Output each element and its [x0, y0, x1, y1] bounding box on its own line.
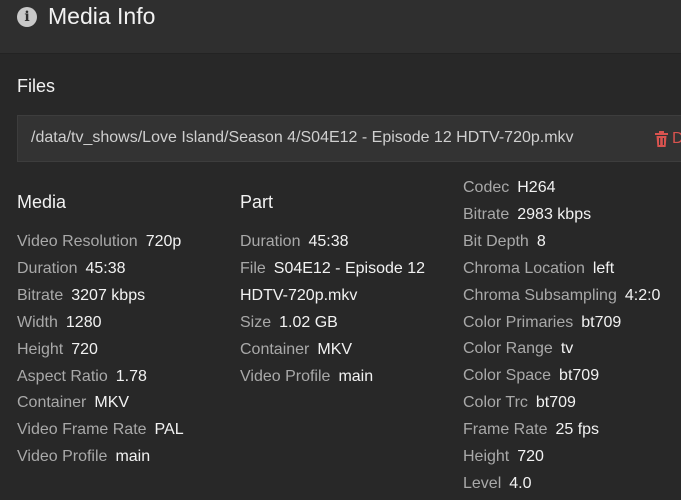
- media-property-label: Width: [17, 313, 58, 331]
- media-property-value: PAL: [154, 421, 184, 439]
- media-property-row: Aspect Ratio 1.78: [17, 366, 147, 388]
- delete-file-button[interactable]: D: [655, 128, 681, 150]
- stream-property-row: Height 720: [463, 446, 544, 468]
- media-property-value: 720: [71, 340, 98, 358]
- stream-property-value: bt709: [535, 394, 576, 412]
- modal-header: i Media Info: [0, 0, 681, 54]
- stream-property-label: Height: [463, 448, 510, 465]
- part-file-continued: HDTV-720p.mkv: [240, 285, 357, 307]
- media-property-value: MKV: [94, 394, 130, 412]
- stream-property-label: Frame Rate: [463, 421, 548, 439]
- stream-property-row: Bitrate 2983 kbps: [463, 204, 591, 226]
- media-property-row: Height 720: [17, 339, 98, 361]
- media-property-row: Duration 45:38: [17, 258, 126, 280]
- media-property-row: Bitrate 3207 kbps: [17, 285, 145, 307]
- stream-property-label: Color Space: [463, 367, 552, 385]
- part-video-profile-label: Video Profile: [240, 368, 331, 385]
- trash-icon: [655, 131, 668, 147]
- part-size-label: Size: [240, 314, 272, 331]
- part-file: File S04E12 - Episode 12: [240, 258, 425, 280]
- stream-property-row: Bit Depth 8: [463, 231, 546, 253]
- files-heading: Files: [17, 76, 56, 96]
- stream-property-value: 720: [517, 448, 544, 465]
- stream-property-row: Color Range tv: [463, 338, 573, 360]
- stream-property-row: Chroma Location left: [463, 258, 614, 280]
- media-property-label: Video Resolution: [17, 233, 138, 250]
- part-size-value: 1.02 GB: [279, 314, 338, 331]
- part-file-value: S04E12 - Episode 12: [273, 260, 425, 277]
- stream-property-label: Color Primaries: [463, 313, 574, 331]
- media-property-label: Aspect Ratio: [17, 367, 108, 385]
- part-file-label: File: [240, 260, 266, 277]
- info-icon: i: [17, 7, 37, 27]
- media-property-row: Width 1280: [17, 312, 102, 334]
- part-heading: Part: [240, 192, 274, 212]
- part-duration-label: Duration: [240, 233, 301, 250]
- stream-property-value: tv: [560, 340, 574, 358]
- media-property-row: Video Resolution 720p: [17, 231, 181, 253]
- media-property-row: Container MKV: [17, 392, 129, 414]
- stream-property-value: 8: [536, 232, 546, 250]
- part-size: Size 1.02 GB: [240, 312, 338, 334]
- stream-property-row: Chroma Subsampling 4:2:0: [463, 285, 660, 307]
- stream-property-value: left: [592, 259, 615, 277]
- media-property-row: Video Frame Rate PAL: [17, 419, 184, 441]
- stream-property-label: Codec: [463, 179, 510, 196]
- modal-title: Media Info: [48, 3, 156, 29]
- stream-property-label: Color Range: [463, 340, 553, 358]
- stream-property-row: Color Space bt709: [463, 365, 599, 387]
- media-property-label: Bitrate: [17, 286, 64, 304]
- media-heading: Media: [17, 192, 67, 212]
- stream-property-label: Chroma Location: [463, 259, 585, 277]
- stream-property-label: Color Trc: [463, 394, 528, 412]
- part-container-label: Container: [240, 341, 310, 358]
- part-container-value: MKV: [317, 341, 353, 358]
- stream-property-label: Chroma Subsampling: [463, 286, 617, 304]
- stream-property-row: Codec H264: [463, 177, 556, 199]
- part-duration: Duration 45:38: [240, 231, 349, 253]
- stream-property-row: Color Primaries bt709: [463, 312, 621, 334]
- stream-property-value: 4.0: [509, 474, 532, 492]
- stream-property-row: Frame Rate 25 fps: [463, 419, 599, 441]
- media-property-label: Video Frame Rate: [17, 421, 147, 439]
- media-property-value: 3207 kbps: [71, 286, 146, 304]
- part-duration-value: 45:38: [308, 233, 349, 250]
- part-file-value-line2: HDTV-720p.mkv: [240, 287, 358, 304]
- part-video-profile: Video Profile main: [240, 366, 373, 388]
- stream-property-value: H264: [517, 179, 556, 196]
- stream-property-row: Level 4.0: [463, 473, 532, 495]
- stream-property-value: bt709: [559, 367, 600, 385]
- media-property-row: Video Profile main: [17, 446, 150, 468]
- stream-property-value: 4:2:0: [624, 286, 661, 304]
- media-property-label: Video Profile: [17, 448, 108, 466]
- stream-property-value: 2983 kbps: [517, 205, 592, 223]
- stream-property-value: bt709: [581, 313, 622, 331]
- stream-property-label: Bitrate: [463, 205, 510, 223]
- stream-property-value: 25 fps: [555, 421, 600, 439]
- file-row: /data/tv_shows/Love Island/Season 4/S04E…: [17, 115, 681, 162]
- media-property-value: 1280: [65, 313, 102, 331]
- part-video-profile-value: main: [338, 368, 374, 385]
- media-property-label: Duration: [17, 259, 78, 277]
- stream-property-label: Bit Depth: [463, 232, 529, 250]
- media-property-value: 45:38: [85, 259, 126, 277]
- media-property-value: 720p: [145, 233, 182, 250]
- stream-property-row: Color Trc bt709: [463, 392, 576, 414]
- media-property-value: main: [115, 448, 151, 466]
- stream-property-label: Level: [463, 474, 502, 492]
- part-container: Container MKV: [240, 339, 352, 361]
- file-path: /data/tv_shows/Love Island/Season 4/S04E…: [31, 129, 574, 146]
- media-property-label: Container: [17, 394, 87, 412]
- delete-label: D: [672, 130, 681, 148]
- media-property-label: Height: [17, 340, 64, 358]
- media-property-value: 1.78: [115, 367, 147, 385]
